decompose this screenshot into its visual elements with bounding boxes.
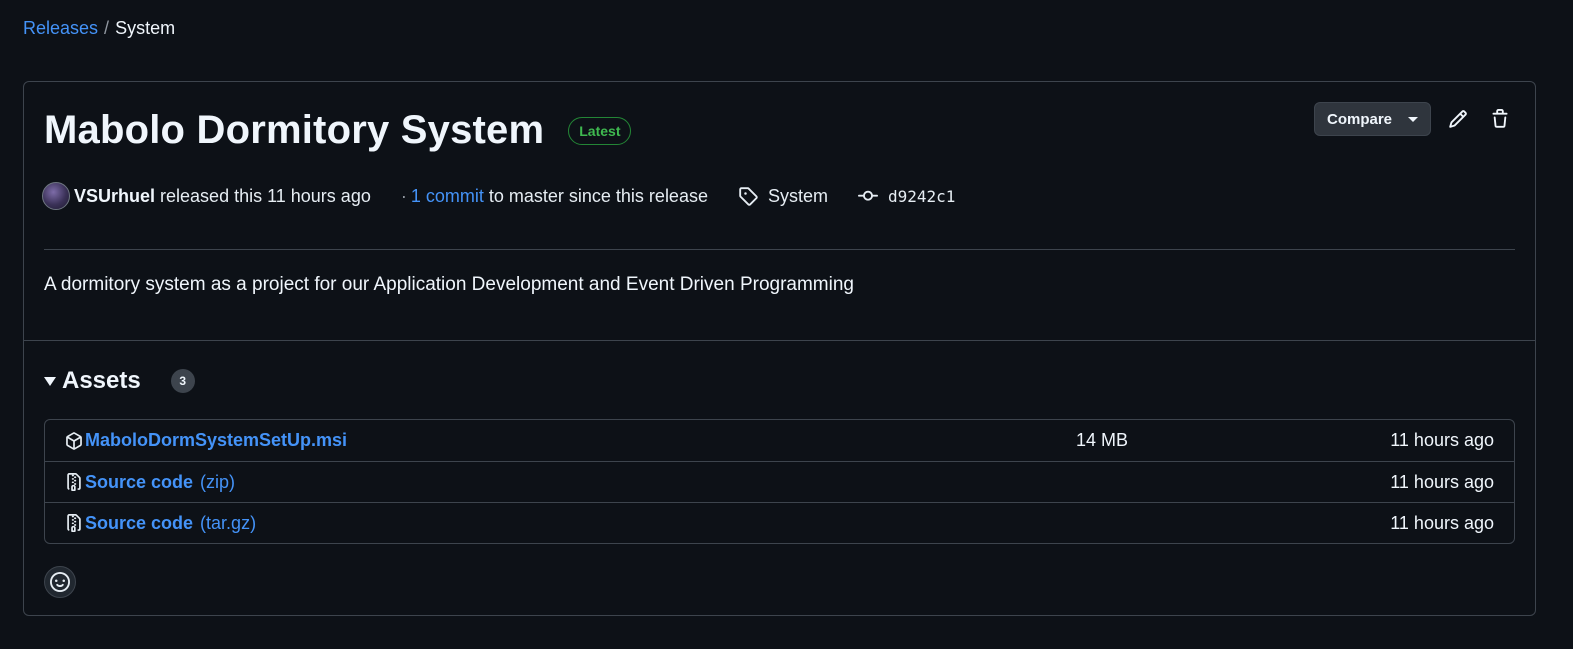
asset-name: Source code	[85, 512, 194, 533]
asset-row: Source code (tar.gz) 11 hours ago	[45, 502, 1514, 543]
assets-title: Assets	[62, 367, 141, 394]
breadcrumb: Releases / System	[23, 18, 175, 39]
breadcrumb-separator: /	[104, 18, 110, 38]
asset-link-zip[interactable]: Source code (zip)	[65, 472, 235, 493]
asset-row: Source code (zip) 11 hours ago	[45, 461, 1514, 502]
commits-info: · 1 commit to master since this release	[401, 186, 708, 207]
pencil-icon	[1449, 110, 1467, 128]
asset-link-msi[interactable]: MaboloDormSystemSetUp.msi	[65, 430, 347, 451]
commit-hash: d9242c1	[887, 186, 956, 206]
release-title[interactable]: Mabolo Dormitory System	[44, 108, 544, 153]
asset-suffix: (tar.gz)	[200, 512, 257, 533]
compare-button[interactable]: Compare	[1314, 102, 1431, 136]
commit-hash-link[interactable]: d9242c1	[857, 186, 956, 206]
author-link[interactable]: VSUrhuel	[74, 186, 155, 207]
commit-count-link[interactable]: 1 commit	[411, 186, 484, 206]
compare-label: Compare	[1326, 110, 1393, 128]
package-icon	[66, 431, 82, 450]
caret-down-icon	[44, 376, 56, 386]
avatar[interactable]	[42, 182, 70, 210]
trash-icon	[1492, 109, 1508, 128]
breadcrumb-current: System	[115, 18, 176, 38]
chevron-down-icon	[1408, 116, 1419, 122]
title-row: Mabolo Dormitory System Latest	[44, 108, 632, 153]
smiley-icon	[50, 572, 70, 592]
tag-label: System	[767, 185, 828, 206]
asset-row: MaboloDormSystemSetUp.msi 14 MB 11 hours…	[45, 420, 1514, 461]
git-commit-icon	[857, 190, 878, 201]
asset-name: Source code	[85, 471, 194, 492]
release-actions: Compare	[1314, 102, 1515, 136]
release-meta: VSUrhuel released this 11 hours ago · 1 c…	[42, 182, 955, 210]
breadcrumb-releases-link[interactable]: Releases	[23, 18, 98, 39]
release-description: A dormitory system as a project for our …	[44, 274, 854, 295]
meta-dot: ·	[400, 185, 407, 206]
file-zip-icon	[67, 473, 81, 491]
released-text: released this 11 hours ago	[160, 185, 371, 206]
asset-link-targz[interactable]: Source code (tar.gz)	[65, 513, 256, 534]
release-header: Mabolo Dormitory System Latest Compare V…	[24, 82, 1535, 340]
assets-count-badge: 3	[170, 369, 195, 393]
assets-toggle[interactable]: Assets 3	[44, 367, 195, 395]
assets-list: MaboloDormSystemSetUp.msi 14 MB 11 hours…	[44, 419, 1515, 544]
asset-time: 11 hours ago	[1390, 512, 1494, 533]
commit-suffix: to master since this release	[488, 185, 708, 206]
latest-badge: Latest	[568, 116, 632, 145]
asset-name: MaboloDormSystemSetUp.msi	[85, 430, 348, 450]
divider	[44, 249, 1515, 250]
release-card: Mabolo Dormitory System Latest Compare V…	[23, 81, 1536, 616]
delete-button[interactable]	[1485, 104, 1515, 134]
asset-suffix: (zip)	[200, 471, 236, 492]
edit-button[interactable]	[1443, 104, 1473, 134]
add-reaction-button[interactable]	[44, 566, 76, 598]
assets-section: Assets 3 MaboloDormSystemSetUp.msi 14 MB…	[24, 340, 1535, 615]
asset-size: 14 MB	[1076, 430, 1129, 450]
tag-link[interactable]: System	[738, 186, 828, 207]
asset-time: 11 hours ago	[1390, 471, 1494, 492]
tag-icon	[739, 187, 758, 206]
asset-time: 11 hours ago	[1390, 430, 1494, 450]
file-zip-icon	[67, 514, 81, 532]
